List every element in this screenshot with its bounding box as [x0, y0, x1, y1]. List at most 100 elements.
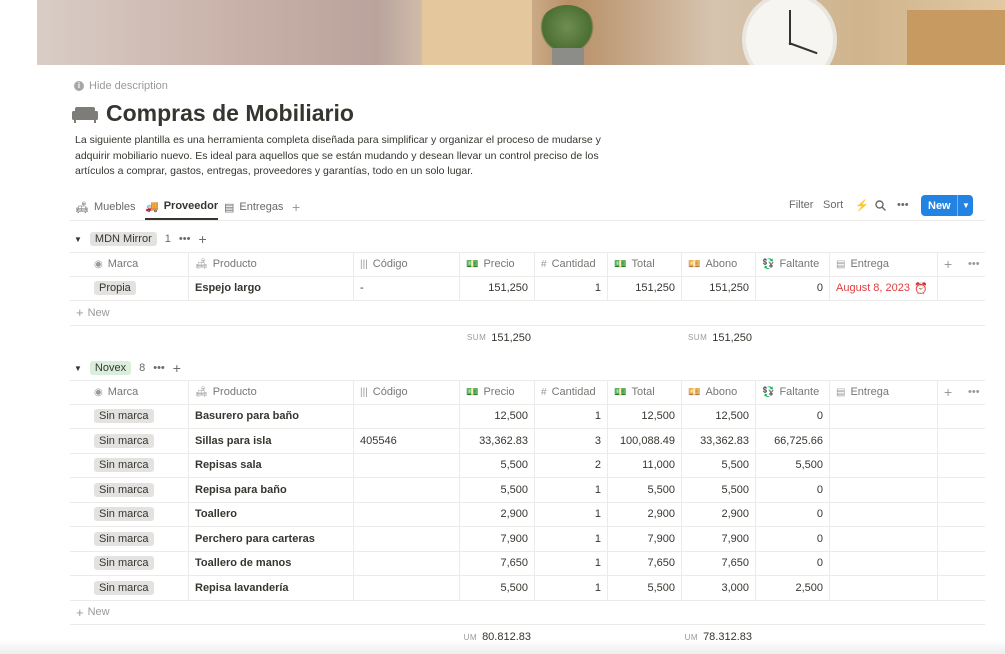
cell-faltante[interactable]: 0 — [756, 551, 830, 575]
more-options-icon[interactable]: ••• — [897, 194, 909, 216]
cell-cantidad[interactable]: 3 — [535, 429, 608, 453]
cell-codigo[interactable]: - — [354, 276, 460, 300]
cell-entrega[interactable] — [830, 527, 938, 551]
cell-precio[interactable]: 151,250 — [460, 276, 535, 300]
column-header-cantidad[interactable]: # Cantidad — [535, 253, 608, 276]
cell-precio[interactable]: 7,900 — [460, 527, 535, 551]
group-more-icon[interactable]: ••• — [153, 362, 165, 374]
add-row-button[interactable]: + New — [70, 301, 985, 326]
cell-entrega[interactable] — [830, 502, 938, 526]
column-header-precio[interactable]: 💵 Precio — [460, 381, 535, 404]
cell-entrega[interactable] — [830, 576, 938, 600]
cell-faltante[interactable]: 0 — [756, 527, 830, 551]
column-header-entrega[interactable]: ▤ Entrega — [830, 381, 938, 404]
add-column-icon[interactable]: + — [938, 381, 962, 404]
cell-entrega[interactable] — [830, 404, 938, 428]
cell-cantidad[interactable]: 1 — [535, 404, 608, 428]
add-row-button[interactable]: + New — [70, 601, 985, 625]
cell-marca[interactable]: Sin marca — [88, 478, 189, 502]
add-view-icon[interactable]: + — [292, 199, 300, 215]
cell-abono[interactable]: 2,900 — [682, 502, 756, 526]
cell-total[interactable]: 7,900 — [608, 527, 682, 551]
cell-codigo[interactable] — [354, 453, 460, 477]
cell-total[interactable]: 151,250 — [608, 276, 682, 300]
cell-total[interactable]: 100,088.49 — [608, 429, 682, 453]
column-header-faltante[interactable]: 💱 Faltante — [756, 253, 830, 276]
column-header-precio[interactable]: 💵 Precio — [460, 253, 535, 276]
cell-abono[interactable]: 7,900 — [682, 527, 756, 551]
filter-button[interactable]: Filter — [789, 194, 813, 216]
cell-precio[interactable]: 5,500 — [460, 478, 535, 502]
column-header-faltante[interactable]: 💱 Faltante — [756, 381, 830, 404]
cell-precio[interactable]: 5,500 — [460, 576, 535, 600]
column-more-icon[interactable]: ••• — [962, 253, 985, 276]
cell-producto[interactable]: Basurero para baño — [189, 404, 354, 428]
cell-abono[interactable]: 33,362.83 — [682, 429, 756, 453]
table-row[interactable]: Sin marca Repisa para baño 5,500 1 5,500 5,50… — [70, 478, 985, 503]
tab-proveedor[interactable]: 🚚 Proveedor — [145, 194, 219, 220]
cell-codigo[interactable] — [354, 527, 460, 551]
cell-producto[interactable]: Repisa para baño — [189, 478, 354, 502]
cell-faltante[interactable]: 2,500 — [756, 576, 830, 600]
cell-faltante[interactable]: 0 — [756, 478, 830, 502]
cell-marca[interactable]: Sin marca — [88, 453, 189, 477]
column-header-abono[interactable]: 💴 Abono — [682, 381, 756, 404]
cell-codigo[interactable] — [354, 576, 460, 600]
cell-abono[interactable]: 151,250 — [682, 276, 756, 300]
cell-faltante[interactable]: 5,500 — [756, 453, 830, 477]
cell-marca[interactable]: Propia — [88, 276, 189, 300]
column-header-producto[interactable]: 🛋 Producto — [189, 381, 354, 404]
cell-abono[interactable]: 5,500 — [682, 478, 756, 502]
cell-producto[interactable]: Sillas para isla — [189, 429, 354, 453]
cell-marca[interactable]: Sin marca — [88, 502, 189, 526]
cell-total[interactable]: 2,900 — [608, 502, 682, 526]
cell-total[interactable]: 12,500 — [608, 404, 682, 428]
collapse-triangle-icon[interactable]: ▼ — [74, 364, 82, 373]
cell-producto[interactable]: Repisas sala — [189, 453, 354, 477]
cell-cantidad[interactable]: 1 — [535, 576, 608, 600]
cell-producto[interactable]: Espejo largo — [189, 276, 354, 300]
cell-entrega[interactable] — [830, 453, 938, 477]
cell-abono[interactable]: 5,500 — [682, 453, 756, 477]
cell-total[interactable]: 5,500 — [608, 576, 682, 600]
cell-cantidad[interactable]: 1 — [535, 551, 608, 575]
table-row[interactable]: Propia Espejo largo - 151,250 1 151,250 … — [70, 276, 985, 301]
automation-icon[interactable]: ⚡ — [855, 194, 869, 216]
cell-marca[interactable]: Sin marca — [88, 576, 189, 600]
column-header-codigo[interactable]: ||| Código — [354, 381, 460, 404]
cell-cantidad[interactable]: 1 — [535, 276, 608, 300]
cell-precio[interactable]: 2,900 — [460, 502, 535, 526]
cell-precio[interactable]: 5,500 — [460, 453, 535, 477]
column-more-icon[interactable]: ••• — [962, 381, 985, 404]
table-row[interactable]: Sin marca Perchero para carteras 7,900 1 7,9… — [70, 527, 985, 552]
column-header-codigo[interactable]: ||| Código — [354, 253, 460, 276]
cell-cantidad[interactable]: 1 — [535, 527, 608, 551]
cell-codigo[interactable] — [354, 404, 460, 428]
cell-codigo[interactable]: 405546 — [354, 429, 460, 453]
column-header-producto[interactable]: 🛋 Producto — [189, 253, 354, 276]
cell-faltante[interactable]: 0 — [756, 276, 830, 300]
table-row[interactable]: Sin marca Basurero para baño 12,500 1 12,500… — [70, 404, 985, 429]
add-column-icon[interactable]: + — [938, 253, 962, 276]
column-header-marca[interactable]: ◉ Marca — [88, 253, 189, 276]
collapse-triangle-icon[interactable]: ▼ — [74, 235, 82, 244]
cell-abono[interactable]: 7,650 — [682, 551, 756, 575]
column-header-total[interactable]: 💵 Total — [608, 253, 682, 276]
cell-precio[interactable]: 7,650 — [460, 551, 535, 575]
cell-precio[interactable]: 12,500 — [460, 404, 535, 428]
cell-marca[interactable]: Sin marca — [88, 527, 189, 551]
cell-entrega[interactable] — [830, 551, 938, 575]
cell-producto[interactable]: Perchero para carteras — [189, 527, 354, 551]
column-header-abono[interactable]: 💴 Abono — [682, 253, 756, 276]
cell-faltante[interactable]: 66,725.66 — [756, 429, 830, 453]
sum-abono[interactable]: SUM 151,250 — [682, 326, 752, 350]
cell-producto[interactable]: Repisa lavandería — [189, 576, 354, 600]
cell-codigo[interactable] — [354, 478, 460, 502]
cell-total[interactable]: 11,000 — [608, 453, 682, 477]
cell-cantidad[interactable]: 2 — [535, 453, 608, 477]
cell-total[interactable]: 7,650 — [608, 551, 682, 575]
tab-entregas[interactable]: ▤ Entregas — [224, 194, 283, 220]
table-row[interactable]: Sin marca Sillas para isla 405546 33,362.83… — [70, 429, 985, 454]
cell-faltante[interactable]: 0 — [756, 502, 830, 526]
table-row[interactable]: Sin marca Toallero de manos 7,650 1 7,650 7,6… — [70, 551, 985, 576]
